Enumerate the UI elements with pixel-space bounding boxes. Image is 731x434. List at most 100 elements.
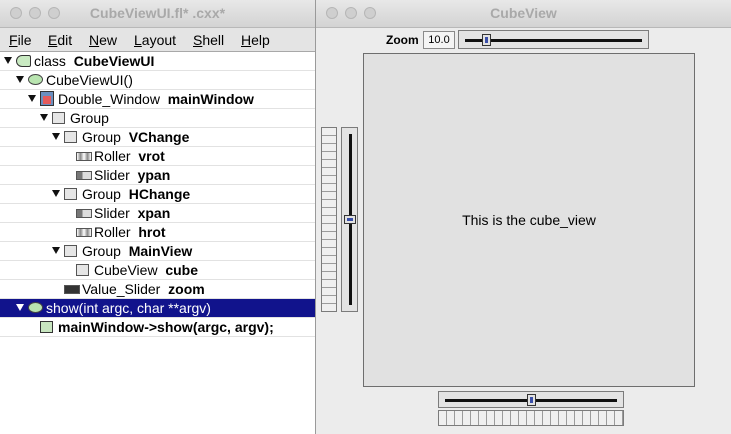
node-type: Slider [94,167,130,183]
menu-file[interactable]: File [9,32,32,48]
node-name: vrot [138,148,165,164]
roller-icon [76,228,92,237]
tree-row[interactable]: CubeViewUI() [0,71,315,90]
group-icon [64,188,77,200]
slider-icon [76,171,92,180]
menu-mnemonic: L [134,32,142,48]
expand-triangle-icon[interactable] [52,190,60,197]
menu-mnemonic: F [9,32,18,48]
tree-row[interactable]: Roller hrot [0,223,315,242]
window-icon [40,91,54,106]
tree-row[interactable]: Group [0,109,315,128]
node-name: MainView [128,243,193,259]
expand-triangle-icon[interactable] [16,76,24,83]
tree-row-label: Group [70,110,109,126]
ypan-slider-knob[interactable] [344,215,356,224]
fluid-editor-window: CubeViewUI.fl* .cxx* File Edit New Layout Sh… [0,0,316,434]
xpan-slider[interactable] [438,391,624,408]
menu-label: ew [99,32,118,48]
tree-row[interactable]: CubeView cube [0,261,315,280]
hrot-roller[interactable] [438,410,624,426]
expand-triangle-icon[interactable] [16,304,24,311]
node-name: hrot [138,224,166,240]
node-type: Value_Slider [82,281,161,297]
node-name: ypan [137,167,171,183]
tree-row-label: Group MainView [82,243,192,259]
zoom-slider-track [465,38,642,42]
menu-mnemonic: N [89,32,100,48]
menu-shell[interactable]: Shell [193,32,224,48]
menu-label: ayout [141,32,177,48]
cubeview-window: CubeView Zoom 10.0 This is the cube_view [316,0,731,434]
zoom-value-display: 10.0 [423,31,455,49]
tree-row[interactable]: Slider xpan [0,204,315,223]
roller-icon [76,152,92,161]
tree-row[interactable]: Group MainView [0,242,315,261]
tree-row-label: class CubeViewUI [34,53,154,69]
tree-row-label: Slider ypan [94,167,170,183]
node-name: mainWindow->show(argc, argv); [58,319,274,335]
tree-row[interactable]: class CubeViewUI [0,52,315,71]
tree-row[interactable]: Value_Slider zoom [0,280,315,299]
tree-row[interactable]: Slider ypan [0,166,315,185]
function-icon [28,74,43,85]
slider-icon [76,209,92,218]
node-type: Double_Window [58,91,160,107]
xpan-slider-knob[interactable] [527,394,536,406]
tree-row-label: Value_Slider zoom [82,281,205,297]
zoom-label: Zoom [386,33,419,47]
window-title: CubeView [490,5,557,21]
tree-row[interactable]: Roller vrot [0,147,315,166]
zoom-slider[interactable] [458,30,649,49]
vrot-roller[interactable] [321,127,337,312]
group-icon [52,112,65,124]
ypan-slider[interactable] [341,127,358,312]
tree-row-label: mainWindow->show(argc, argv); [58,319,274,335]
expand-triangle-icon[interactable] [28,95,36,102]
tree-row[interactable]: Double_Window mainWindow [0,90,315,109]
tree-row[interactable]: show(int argc, char **argv) [0,299,315,318]
menu-new[interactable]: New [89,32,117,48]
node-name: cube [165,262,199,278]
node-name: CubeViewUI [73,53,155,69]
expand-triangle-icon[interactable] [52,247,60,254]
menu-label: hell [202,32,225,48]
menu-help[interactable]: Help [241,32,270,48]
titlebar: CubeView [316,0,731,28]
expand-triangle-icon[interactable] [52,133,60,140]
value-slider-icon [64,285,80,294]
box-icon [76,264,89,276]
menu-edit[interactable]: Edit [48,32,72,48]
window-title: CubeViewUI.fl* .cxx* [89,5,226,21]
tree-row-label: Group HChange [82,186,190,202]
node-name: mainWindow [167,91,254,107]
tree-row[interactable]: mainWindow->show(argc, argv); [0,318,315,337]
node-name: VChange [128,129,190,145]
expand-triangle-icon[interactable] [4,57,12,64]
node-type: show(int argc, char **argv) [46,300,211,316]
menu-layout[interactable]: Layout [134,32,176,48]
zoom-slider-knob[interactable] [482,34,491,46]
titlebar: CubeViewUI.fl* .cxx* [0,0,315,28]
expand-triangle-icon[interactable] [40,114,48,121]
menubar: File Edit New Layout Shell Help [0,28,315,52]
node-type: class [34,53,66,69]
menu-mnemonic: H [241,32,252,48]
menu-label: elp [251,32,270,48]
menu-mnemonic: E [48,32,58,48]
node-type: Group [82,243,121,259]
tree-row-label: CubeViewUI() [46,72,133,88]
group-icon [64,131,77,143]
node-type: Group [82,186,121,202]
node-type: CubeViewUI() [46,72,133,88]
node-type: Roller [94,148,131,164]
tree-row[interactable]: Group HChange [0,185,315,204]
node-type: Group [70,110,109,126]
node-name: zoom [168,281,205,297]
node-type: Slider [94,205,130,221]
tree-row-label: show(int argc, char **argv) [46,300,211,316]
tree-row[interactable]: Group VChange [0,128,315,147]
menu-label: ile [17,32,32,48]
node-type: CubeView [94,262,158,278]
cube-view[interactable]: This is the cube_view [363,53,695,387]
